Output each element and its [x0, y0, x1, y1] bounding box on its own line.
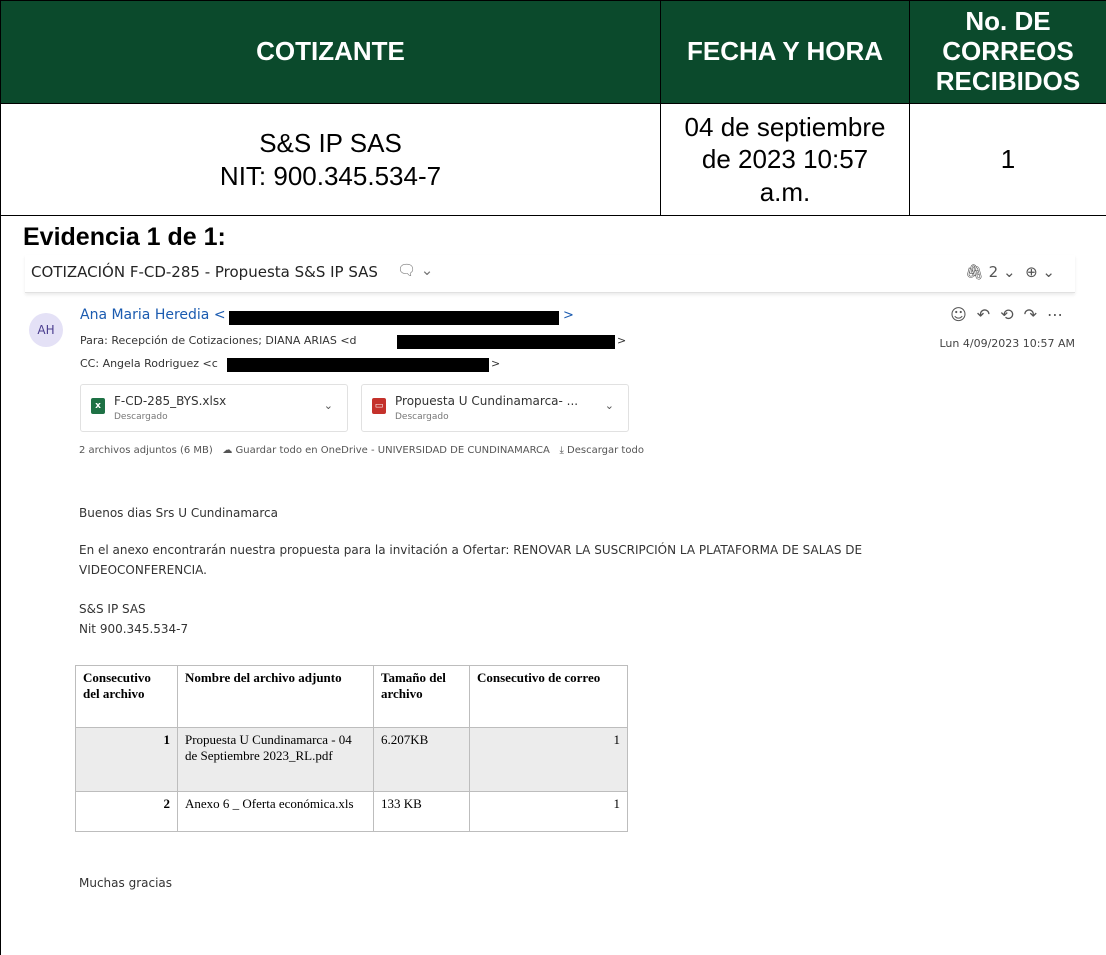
chevron-down-icon[interactable]: ⌄: [1003, 263, 1016, 281]
message-icon[interactable]: 🗨 ⌄: [397, 261, 433, 279]
table-cell: 133 KB: [373, 791, 470, 832]
correos-cell: 1: [909, 103, 1106, 216]
quote-summary-table: COTIZANTE FECHA Y HORA No. DE CORREOS RE…: [0, 0, 1106, 216]
message-actions: ☺↶⟲↷⋯: [950, 305, 1073, 324]
avatar: AH: [29, 313, 63, 347]
save-onedrive-link[interactable]: Guardar todo en OneDrive - UNIVERSIDAD D…: [236, 445, 550, 456]
zoom-icon[interactable]: ⊕ ⌄: [1025, 263, 1055, 281]
reply-icon[interactable]: ↶: [977, 305, 1000, 324]
attachment-card[interactable]: x F-CD-285_BYS.xlsx Descargado ⌄: [80, 384, 348, 432]
redaction-bar: [227, 358, 489, 372]
angle-close: >: [491, 357, 501, 370]
pdf-file-icon: ▭: [372, 398, 386, 414]
chevron-down-icon[interactable]: ⌄: [324, 399, 333, 412]
table-row: 2 Anexo 6 _ Oferta económica.xls 133 KB …: [75, 791, 628, 832]
table-header: Nombre del archivo adjunto: [177, 665, 374, 728]
subject-bar: COTIZACIÓN F-CD-285 - Propuesta S&S IP S…: [25, 255, 1075, 293]
redaction-bar: [229, 311, 559, 325]
greeting: Buenos dias Srs U Cundinamarca: [79, 506, 278, 520]
reply-all-icon[interactable]: ⟲: [1000, 305, 1023, 324]
email-date: Lun 4/09/2023 10:57 AM: [939, 337, 1076, 350]
header-num-correos: No. DE CORREOS RECIBIDOS: [909, 0, 1106, 104]
chevron-down-icon[interactable]: ⌄: [605, 399, 614, 412]
paragraph-line: En el anexo encontrarán nuestra propuest…: [79, 543, 863, 557]
subject-tools: 🖇 2 ⌄ ⊕ ⌄: [965, 263, 1055, 281]
table-cell: 6.207KB: [373, 727, 470, 792]
redaction-bar: [397, 335, 615, 349]
angle-close: >: [617, 334, 627, 347]
attachment-name: F-CD-285_BYS.xlsx: [114, 394, 227, 408]
paperclip-icon[interactable]: 🖇: [965, 263, 984, 281]
attachment-status: Descargado: [395, 412, 449, 422]
cotizante-nit: NIT: 900.345.534-7: [219, 160, 442, 191]
table-header: Consecutivo del archivo: [75, 665, 178, 728]
attachment-card[interactable]: ▭ Propuesta U Cundinamarca- ... Descarga…: [361, 384, 629, 432]
to-line: Para: Recepción de Cotizaciones; DIANA A…: [80, 334, 357, 347]
more-icon[interactable]: ⋯: [1047, 305, 1073, 324]
signature-nit: Nit 900.345.534-7: [79, 622, 189, 636]
fecha-cell: 04 de septiembre de 2023 10:57 a.m.: [660, 103, 910, 216]
email-screenshot: COTIZACIÓN F-CD-285 - Propuesta S&S IP S…: [25, 255, 1097, 955]
attachment-status: Descargado: [114, 412, 168, 422]
emoji-icon[interactable]: ☺: [950, 305, 977, 324]
table-cell: Anexo 6 _ Oferta económica.xls: [177, 791, 374, 832]
signature-name: S&S IP SAS: [79, 602, 146, 616]
closing: Muchas gracias: [79, 876, 173, 890]
attachment-summary-text: 2 archivos adjuntos (6 MB): [79, 445, 213, 456]
table-cell: 1: [469, 727, 628, 792]
cc-line: CC: Angela Rodriguez <c: [80, 357, 218, 370]
table-cell: Propuesta U Cundinamarca - 04 de Septiem…: [177, 727, 374, 792]
sender-name[interactable]: Ana Maria Heredia <: [80, 307, 226, 323]
attachments-table: Consecutivo del archivo Nombre del archi…: [75, 665, 628, 832]
header-cotizante: COTIZANTE: [0, 0, 661, 104]
download-all-link[interactable]: Descargar todo: [567, 445, 644, 456]
attachment-name: Propuesta U Cundinamarca- ...: [395, 394, 579, 408]
cotizante-name: S&S IP SAS: [259, 128, 402, 158]
evidence-section: Evidencia 1 de 1: COTIZACIÓN F-CD-285 - …: [0, 215, 1106, 955]
header-fecha-hora: FECHA Y HORA: [660, 0, 910, 104]
forward-icon[interactable]: ↷: [1024, 305, 1047, 324]
cloud-icon: ☁: [222, 445, 233, 456]
table-cell: 1: [75, 727, 178, 792]
excel-file-icon: x: [91, 398, 105, 414]
table-header: Tamaño del archivo: [373, 665, 470, 728]
evidence-title: Evidencia 1 de 1:: [23, 223, 226, 251]
attachment-count: 2: [988, 263, 999, 281]
angle-close: >: [563, 308, 574, 323]
attachment-summary: 2 archivos adjuntos (6 MB) ☁ Guardar tod…: [79, 445, 644, 456]
table-cell: 2: [75, 791, 178, 832]
table-header: Consecutivo de correo: [469, 665, 628, 728]
cotizante-cell: S&S IP SAS NIT: 900.345.534-7: [0, 103, 661, 216]
download-icon: ⤓: [559, 445, 564, 456]
email-subject: COTIZACIÓN F-CD-285 - Propuesta S&S IP S…: [31, 263, 378, 281]
table-row: 1 Propuesta U Cundinamarca - 04 de Septi…: [75, 727, 628, 792]
table-cell: 1: [469, 791, 628, 832]
paragraph-line: VIDEOCONFERENCIA.: [79, 563, 207, 577]
